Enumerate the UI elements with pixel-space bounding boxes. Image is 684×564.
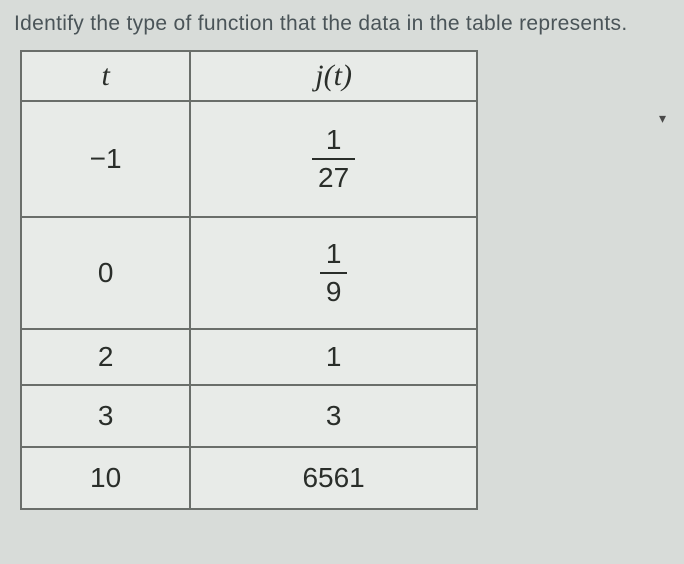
table-row: 3 3: [21, 385, 477, 447]
data-table: t j(t) −1 1 27 0 1 9 2 1 3 3 10 6561: [20, 50, 478, 510]
caret-down-icon: ▾: [659, 110, 666, 127]
fraction-0: 1 27: [312, 124, 355, 194]
header-t: t: [21, 51, 190, 101]
fraction-1: 1 9: [320, 238, 348, 308]
table-row: 0 1 9: [21, 217, 477, 329]
header-jt: j(t): [190, 51, 477, 101]
var-jt-label: j(t): [315, 59, 352, 92]
numerator-0: 1: [320, 124, 348, 158]
table-row: −1 1 27: [21, 101, 477, 217]
question-text: Identify the type of function that the d…: [14, 12, 670, 36]
numerator-1: 1: [320, 238, 348, 272]
cell-jt-1: 1 9: [190, 217, 477, 329]
cell-t-4: 10: [21, 447, 190, 509]
cell-jt-4: 6561: [190, 447, 477, 509]
denominator-1: 9: [320, 272, 348, 308]
table-row: 10 6561: [21, 447, 477, 509]
cell-jt-3: 3: [190, 385, 477, 447]
cell-t-2: 2: [21, 329, 190, 385]
var-t-label: t: [101, 59, 109, 92]
denominator-0: 27: [312, 158, 355, 194]
cell-jt-0: 1 27: [190, 101, 477, 217]
table-header-row: t j(t): [21, 51, 477, 101]
cell-t-0: −1: [21, 101, 190, 217]
cell-t-1: 0: [21, 217, 190, 329]
table-row: 2 1: [21, 329, 477, 385]
cell-t-3: 3: [21, 385, 190, 447]
cell-jt-2: 1: [190, 329, 477, 385]
